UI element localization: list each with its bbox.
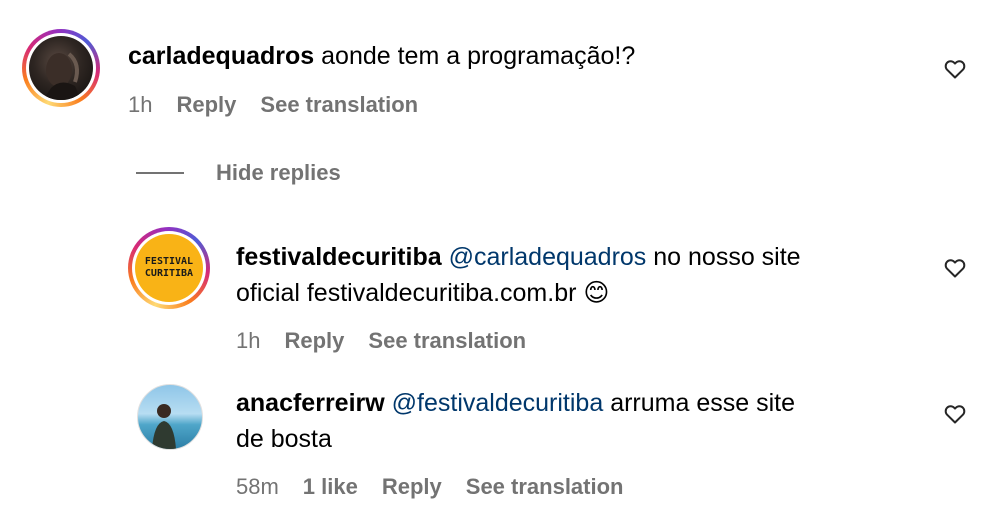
heart-icon[interactable] xyxy=(943,402,967,426)
comment-text: carladequadros aonde tem a programação!? xyxy=(128,38,635,74)
smiley-emoji: 😊 xyxy=(583,279,610,307)
see-translation-button[interactable]: See translation xyxy=(466,474,624,500)
avatar-anacferreirw[interactable] xyxy=(137,384,203,450)
reply-time[interactable]: 58m xyxy=(236,474,279,500)
comment-body: aonde tem a programação!? xyxy=(321,42,636,70)
mention-link[interactable]: @carladequadros xyxy=(449,243,647,271)
reply-username[interactable]: anacferreirw xyxy=(236,389,385,417)
reply-body: arruma esse site xyxy=(610,389,795,417)
heart-icon[interactable] xyxy=(943,57,967,81)
reply-button[interactable]: Reply xyxy=(284,328,344,354)
avatar-festivaldecuritiba[interactable]: FESTIVAL CURITIBA xyxy=(128,227,210,309)
reply-meta: 58m 1 like Reply See translation xyxy=(236,474,623,500)
logo-text: FESTIVAL xyxy=(144,256,194,267)
hide-replies-label: Hide replies xyxy=(216,160,341,185)
comment-time[interactable]: 1h xyxy=(128,92,152,118)
reply-button[interactable]: Reply xyxy=(382,474,442,500)
reply-body: oficial festivaldecuritiba.com.br xyxy=(236,279,577,307)
avatar-carladequadros[interactable] xyxy=(22,29,100,107)
logo-text: CURITIBA xyxy=(144,268,194,279)
hide-replies-toggle[interactable]: Hide replies xyxy=(136,160,341,186)
divider-line xyxy=(136,172,184,174)
reply-body: no nosso site xyxy=(653,243,801,271)
comment-meta: 1h Reply See translation xyxy=(128,92,418,118)
reply-username[interactable]: festivaldecuritiba xyxy=(236,243,442,271)
reply-meta: 1h Reply See translation xyxy=(236,328,526,354)
heart-icon[interactable] xyxy=(943,256,967,280)
profile-photo xyxy=(152,404,176,449)
reply-button[interactable]: Reply xyxy=(176,92,236,118)
profile-photo xyxy=(43,52,81,100)
see-translation-button[interactable]: See translation xyxy=(368,328,526,354)
see-translation-button[interactable]: See translation xyxy=(260,92,418,118)
mention-link[interactable]: @festivaldecuritiba xyxy=(392,389,604,417)
reply-time[interactable]: 1h xyxy=(236,328,260,354)
likes-count[interactable]: 1 like xyxy=(303,474,358,500)
reply-text: festivaldecuritiba @carladequadros no no… xyxy=(236,239,896,311)
reply-text: anacferreirw @festivaldecuritiba arruma … xyxy=(236,385,896,457)
comment-username[interactable]: carladequadros xyxy=(128,42,314,70)
festival-logo: FESTIVAL CURITIBA xyxy=(135,234,203,302)
reply-body: de bosta xyxy=(236,425,332,453)
